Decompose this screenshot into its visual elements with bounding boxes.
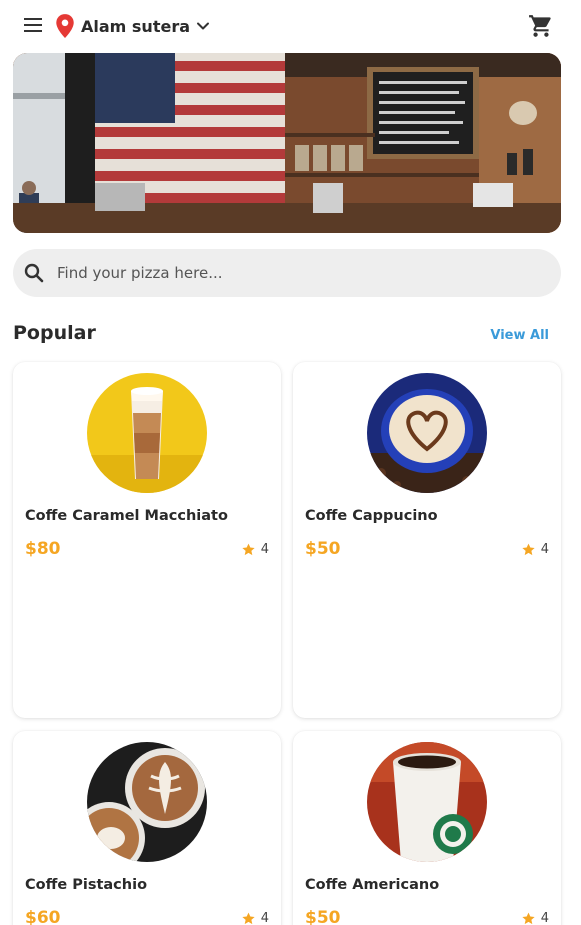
product-rating: 4 (521, 911, 549, 925)
star-icon (242, 543, 255, 556)
star-icon (242, 912, 255, 925)
product-price: $50 (305, 908, 341, 925)
rating-value: 4 (540, 911, 549, 925)
rating-value: 4 (260, 542, 269, 557)
location-pin-icon (56, 14, 74, 38)
search-icon (24, 263, 44, 283)
search-bar[interactable] (13, 249, 561, 297)
star-icon (522, 543, 535, 556)
product-image (367, 373, 487, 493)
menu-icon[interactable] (21, 13, 45, 37)
location-label: Alam sutera (81, 16, 191, 36)
product-price: $50 (305, 539, 341, 559)
search-input[interactable] (57, 249, 561, 297)
star-icon (522, 912, 535, 925)
product-card[interactable]: Coffe Americano $50 4 (293, 731, 561, 925)
view-all-link[interactable]: View All (490, 328, 549, 343)
product-image (367, 742, 487, 862)
rating-value: 4 (540, 542, 549, 557)
shopping-cart-icon[interactable] (528, 13, 554, 39)
product-image (87, 373, 207, 493)
coffee-shop-image (13, 53, 561, 233)
product-name: Coffe Americano (305, 877, 440, 893)
product-card[interactable]: Coffe Caramel Macchiato $80 4 (13, 362, 281, 718)
product-card[interactable]: Coffe Pistachio $60 4 (13, 731, 281, 925)
product-name: Coffe Cappucino (305, 508, 438, 524)
product-card[interactable]: Coffe Cappucino $50 4 (293, 362, 561, 718)
popular-section-title: Popular (13, 322, 96, 344)
product-rating: 4 (521, 542, 549, 557)
product-rating: 4 (241, 911, 269, 925)
product-rating: 4 (241, 542, 269, 557)
app-bar: Alam sutera (0, 0, 581, 53)
location-selector[interactable]: Alam sutera (54, 12, 213, 40)
rating-value: 4 (260, 911, 269, 925)
product-price: $80 (25, 539, 61, 559)
product-image (87, 742, 207, 862)
product-name: Coffe Caramel Macchiato (25, 508, 228, 524)
product-name: Coffe Pistachio (25, 877, 148, 893)
product-price: $60 (25, 908, 61, 925)
chevron-down-icon (197, 22, 210, 30)
promo-banner[interactable] (13, 53, 561, 233)
